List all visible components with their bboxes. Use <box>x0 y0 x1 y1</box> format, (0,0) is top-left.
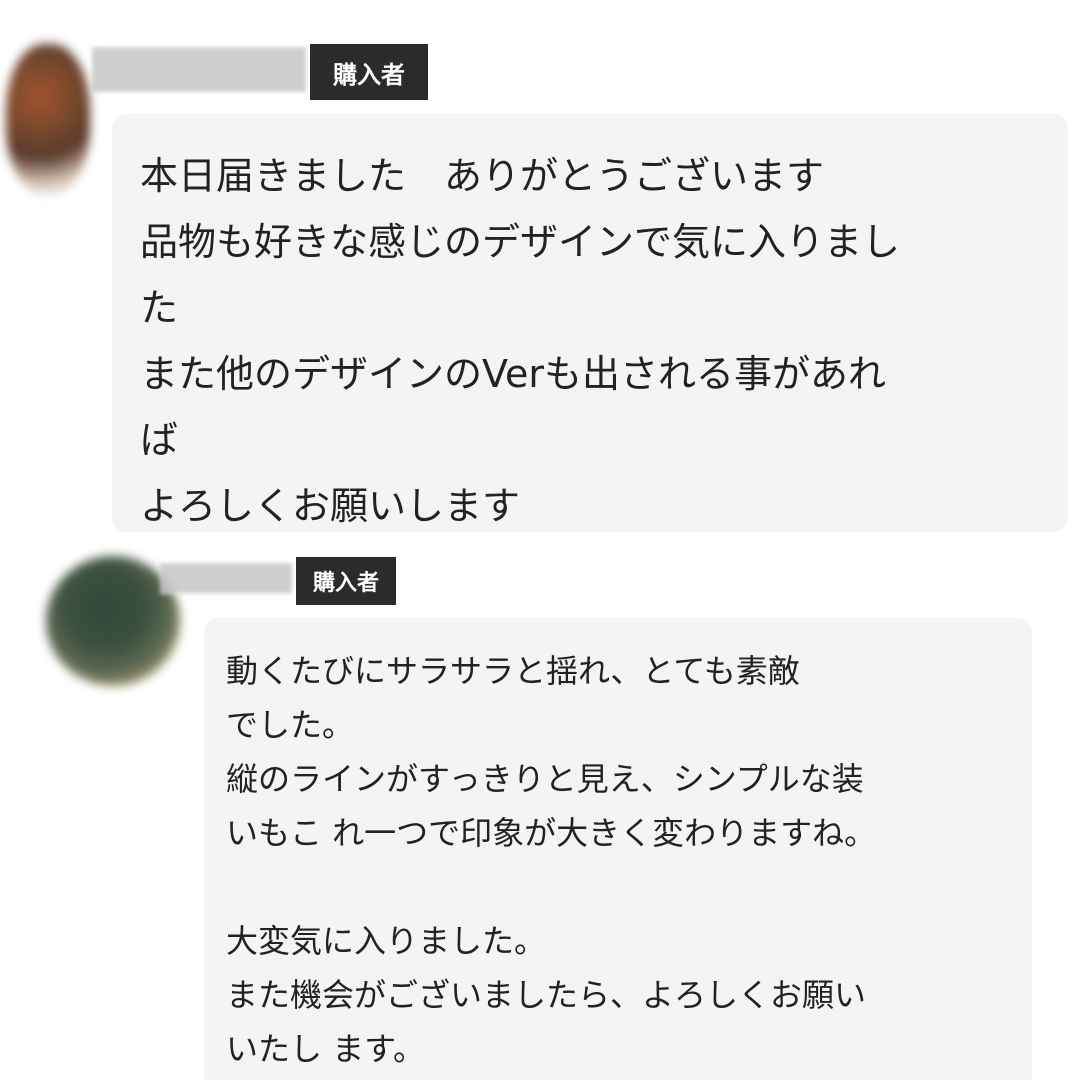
buyer-badge: 購入者 <box>310 44 428 100</box>
blurred-username <box>160 564 292 594</box>
message-bubble: 本日届きました ありがとうございます 品物も好きな感じのデザインで気に入りまし … <box>112 114 1068 532</box>
blurred-username <box>92 48 306 92</box>
message-bubble: 動くたびにサラサラと揺れ、とても素敵 でした。 縦のラインがすっきりと見え、シン… <box>204 618 1032 1080</box>
avatar[interactable] <box>6 44 90 194</box>
buyer-badge: 購入者 <box>296 557 396 605</box>
